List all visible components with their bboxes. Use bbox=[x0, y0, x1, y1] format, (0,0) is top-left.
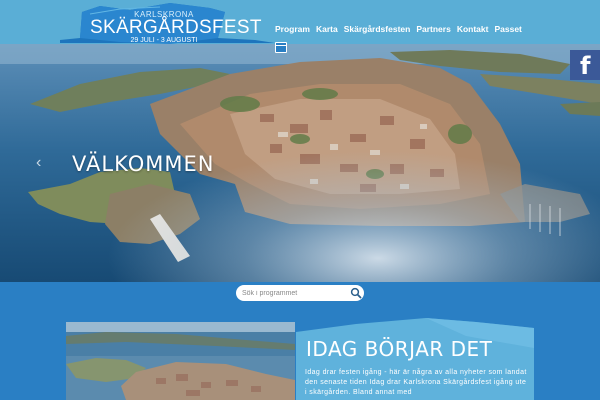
main-nav: Program Karta Skärgårdsfesten Partners K… bbox=[275, 24, 522, 34]
nav-item-program[interactable]: Program bbox=[275, 24, 310, 34]
nav-item-partners[interactable]: Partners bbox=[416, 24, 451, 34]
search-icon[interactable] bbox=[350, 287, 362, 299]
logo-name: SKÄRGÅRDSFEST bbox=[90, 17, 262, 38]
nav-item-kontakt[interactable]: Kontakt bbox=[457, 24, 489, 34]
facebook-label: f bbox=[580, 52, 591, 80]
nav-item-karta[interactable]: Karta bbox=[316, 24, 338, 34]
calendar-icon[interactable] bbox=[275, 42, 287, 53]
article-text: Idag drar festen igång - här är några av… bbox=[305, 369, 527, 396]
site-logo[interactable]: KARLSKRONA SKÄRGÅRDSFEST 29 JULI - 3 AUG… bbox=[60, 0, 275, 48]
hero-prev-arrow[interactable]: ‹ bbox=[36, 154, 41, 172]
hero-title: VÄLKOMMEN bbox=[72, 152, 215, 176]
hero-banner: ‹ VÄLKOMMEN bbox=[0, 44, 600, 282]
search-input[interactable] bbox=[242, 287, 346, 299]
article-aerial-image bbox=[66, 322, 295, 400]
article-title[interactable]: IDAG BÖRJAR DET bbox=[306, 337, 492, 361]
logo-dates: 29 JULI - 3 AUGUSTI bbox=[130, 37, 198, 44]
nav-item-skargardsfesten[interactable]: Skärgårdsfesten bbox=[344, 24, 411, 34]
search-box[interactable] bbox=[236, 285, 364, 301]
article-image[interactable] bbox=[66, 322, 295, 400]
facebook-icon[interactable]: f bbox=[570, 50, 600, 80]
nav-item-passet[interactable]: Passet bbox=[494, 24, 521, 34]
